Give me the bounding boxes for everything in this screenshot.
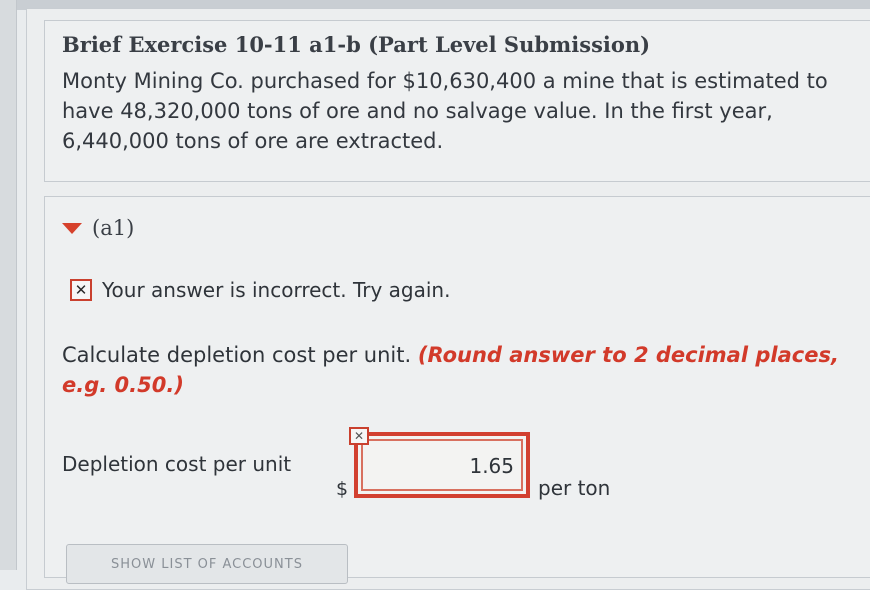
show-list-of-accounts-button[interactable]: SHOW LIST OF ACCOUNTS xyxy=(66,544,348,584)
instruction-text: Calculate depletion cost per unit. xyxy=(62,343,412,367)
currency-symbol: $ xyxy=(336,478,349,500)
question-instruction: Calculate depletion cost per unit. (Roun… xyxy=(62,340,852,400)
section-toggle[interactable]: (a1) xyxy=(62,216,134,240)
section-label: (a1) xyxy=(92,216,135,240)
unit-label: per ton xyxy=(538,476,611,500)
problem-statement: Monty Mining Co. purchased for $10,630,4… xyxy=(62,69,828,153)
left-page-margin xyxy=(0,0,17,570)
exercise-title: Brief Exercise 10-11 a1-b (Part Level Su… xyxy=(62,32,651,57)
input-error-icon: ✕ xyxy=(349,427,369,445)
depletion-cost-label: Depletion cost per unit xyxy=(62,452,292,476)
feedback-text: Your answer is incorrect. Try again. xyxy=(102,278,451,302)
feedback-message: ✕ Your answer is incorrect. Try again. xyxy=(70,278,450,302)
depletion-cost-input[interactable]: 1.65 xyxy=(354,432,530,498)
triangle-down-icon[interactable] xyxy=(62,222,82,234)
x-box-icon: ✕ xyxy=(70,279,92,301)
answer-value: 1.65 xyxy=(469,454,514,478)
